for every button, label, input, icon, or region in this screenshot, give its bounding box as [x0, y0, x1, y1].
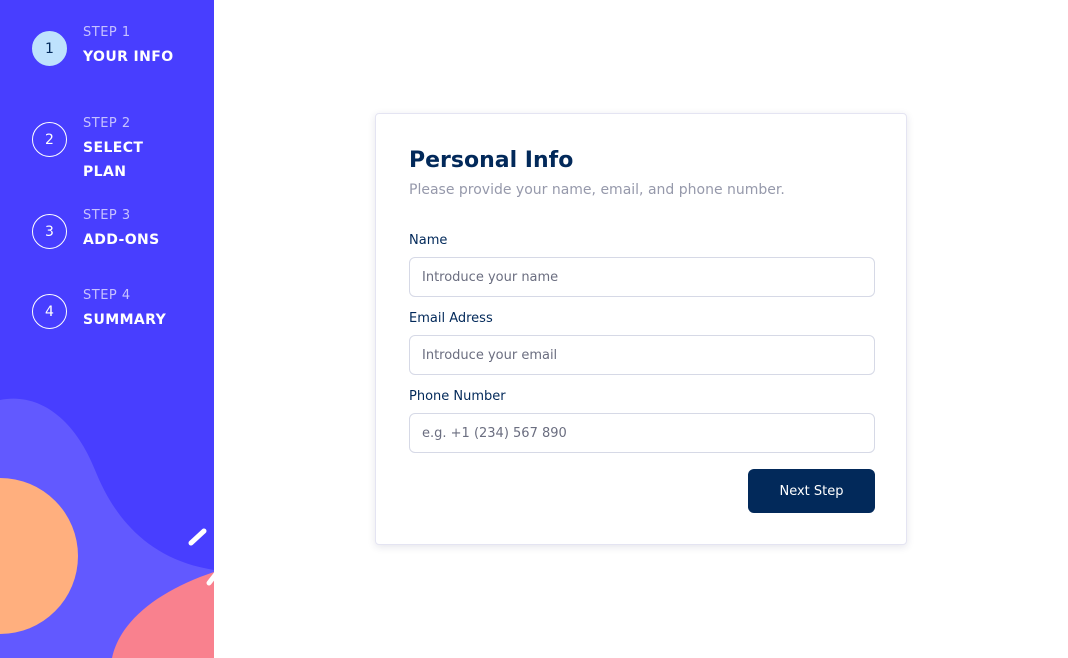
step-4-label: STEP 4	[83, 288, 131, 303]
page-title: Personal Info	[409, 148, 574, 173]
step-1[interactable]: 1 STEP 1 YOUR INFO	[32, 25, 178, 69]
name-label: Name	[409, 233, 448, 248]
next-step-button[interactable]: Next Step	[748, 469, 875, 513]
step-2[interactable]: 2 STEP 2 SELECT PLAN	[32, 116, 178, 184]
step-2-number: 2	[32, 122, 67, 157]
email-label: Email Adress	[409, 311, 493, 326]
step-3-title: ADD-ONS	[83, 232, 160, 248]
step-2-title: SELECT PLAN	[83, 140, 144, 180]
email-input[interactable]	[409, 335, 875, 375]
phone-label: Phone Number	[409, 389, 506, 404]
personal-info-card: Personal Info Please provide your name, …	[375, 113, 907, 545]
step-3[interactable]: 3 STEP 3 ADD-ONS	[32, 208, 178, 252]
step-4-number: 4	[32, 294, 67, 329]
step-1-label: STEP 1	[83, 25, 131, 40]
phone-input[interactable]	[409, 413, 875, 453]
page-subtitle: Please provide your name, email, and pho…	[409, 182, 785, 198]
step-3-number: 3	[32, 214, 67, 249]
step-4[interactable]: 4 STEP 4 SUMMARY	[32, 288, 178, 332]
sidebar: 1 STEP 1 YOUR INFO 2 STEP 2 SELECT PLAN …	[0, 0, 214, 658]
step-3-label: STEP 3	[83, 208, 131, 223]
name-input[interactable]	[409, 257, 875, 297]
step-4-title: SUMMARY	[83, 312, 167, 328]
step-1-title: YOUR INFO	[83, 49, 174, 65]
step-1-number: 1	[32, 31, 67, 66]
step-2-label: STEP 2	[83, 116, 131, 131]
